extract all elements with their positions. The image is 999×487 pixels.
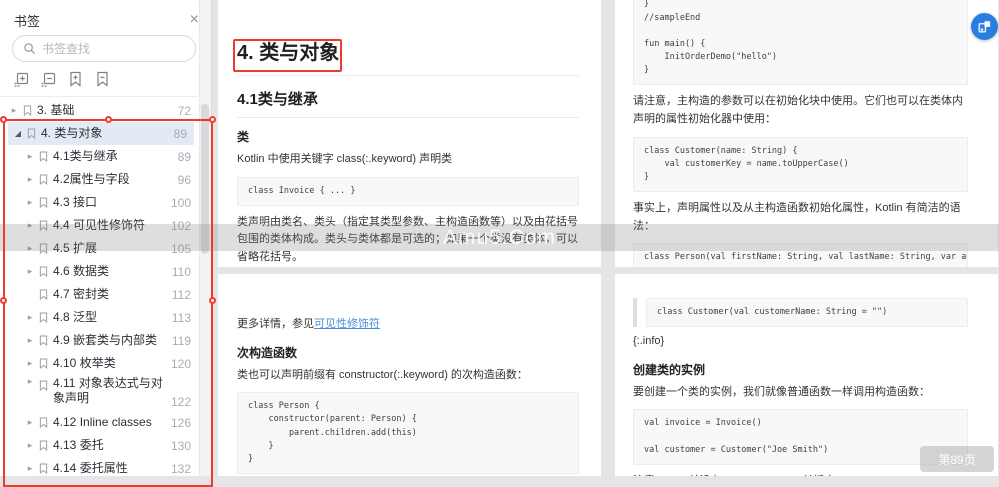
annotation-box-sidebar[interactable] xyxy=(0,116,216,487)
tree-arrow-icon[interactable]: ▸ xyxy=(8,105,20,116)
visibility-modifiers-link[interactable]: 可见性修饰符 xyxy=(314,318,380,330)
paragraph: 更多详情，参见可见性修饰符 xyxy=(237,318,380,330)
bookmark-toolbar xyxy=(12,70,111,90)
code-block: println("Second initializer block that p… xyxy=(633,0,968,86)
watermark-text: Amu5.Com xyxy=(442,225,557,249)
remove-bookmark-icon[interactable] xyxy=(93,70,111,88)
paragraph: {:.info} xyxy=(633,335,665,348)
code-block: class Customer(val customerName: String … xyxy=(646,298,968,328)
bookmark-icon xyxy=(23,105,32,116)
paragraph: 请注意，主构造的参数可以在初始化块中使用。它们也可以在类体内声明的属性初始化器中… xyxy=(633,95,963,125)
divider xyxy=(0,96,198,97)
screenshot-float-button[interactable] xyxy=(971,13,998,40)
close-icon[interactable]: × xyxy=(190,12,199,28)
section-heading: 4.1类与继承 xyxy=(237,88,579,118)
annotation-handle[interactable] xyxy=(0,297,7,304)
search-icon xyxy=(24,43,36,55)
subsection-heading: 类 xyxy=(237,130,250,144)
subsection-heading: 创建类的实例 xyxy=(633,362,706,377)
code-block: class Invoice { ... } xyxy=(237,176,579,206)
screenshot-icon xyxy=(978,21,991,33)
expand-all-icon[interactable] xyxy=(12,70,30,88)
bookmark-label: 3. 基础 xyxy=(37,103,75,117)
annotation-box-heading[interactable] xyxy=(233,39,342,72)
pdf-page-2: 更多详情，参见可见性修饰符 次构造函数 类也可以声明前缀有 constructo… xyxy=(218,274,601,476)
panel-title: 书签 xyxy=(14,13,41,29)
collapse-all-icon[interactable] xyxy=(39,70,57,88)
annotation-handle[interactable] xyxy=(209,116,216,123)
code-block: class Customer(name: String) { val custo… xyxy=(633,136,968,193)
bookmark-page-number: 72 xyxy=(177,103,191,118)
annotation-handle[interactable] xyxy=(209,297,216,304)
annotation-handle[interactable] xyxy=(0,116,7,123)
bookmark-panel-header: 书签 × xyxy=(14,10,199,30)
subsection-heading: 次构造函数 xyxy=(237,345,298,360)
blockquote: class Customer(val customerName: String … xyxy=(633,298,968,328)
page-number-toast: 第89页 xyxy=(920,446,994,472)
annotation-handle[interactable] xyxy=(105,116,112,123)
bookmark-search-input[interactable] xyxy=(42,41,172,56)
code-block: val invoice = Invoice() val customer = C… xyxy=(633,409,968,465)
paragraph: 类也可以声明前缀有 constructor(:.keyword) 的次构造函数： xyxy=(237,368,528,381)
code-block: class Person { constructor(parent: Perso… xyxy=(237,392,579,475)
paragraph: 要创建一个类的实例，我们就像普通函数一样调用构造函数： xyxy=(633,385,930,398)
paragraph: Kotlin 中使用关键字 class(:.keyword) 声明类 xyxy=(237,153,453,165)
add-bookmark-icon[interactable] xyxy=(66,70,84,88)
bookmark-search-box[interactable] xyxy=(12,35,196,62)
